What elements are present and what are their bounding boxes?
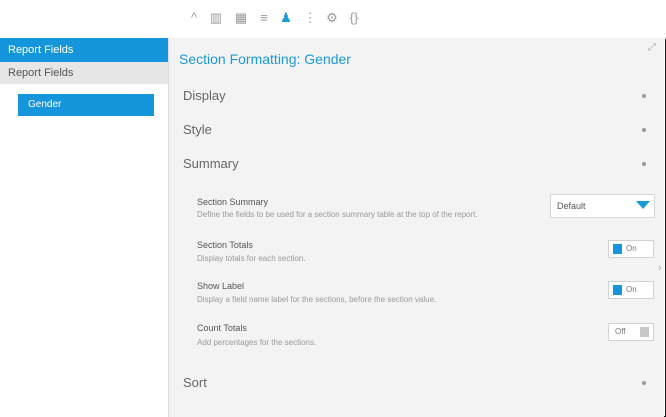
dots-icon[interactable]: ⋮ [302,10,318,26]
option-title-count-totals: Count Totals [197,323,247,333]
toggle-label: On [626,244,637,253]
toggle-knob [640,327,649,337]
option-title-section-totals: Section Totals [197,240,253,250]
toggle-knob [613,285,622,295]
collapse-dot-icon[interactable] [642,162,646,166]
sidebar: Report Fields Report Fields Gender [0,38,169,417]
count-totals-toggle[interactable]: Off [608,323,654,341]
collapse-dot-icon[interactable] [642,128,646,132]
toolbar: ^ ▥ ▦ ≡ ♟ ⋮ ⚙ {} [0,0,666,39]
section-display[interactable]: Display [183,88,226,103]
option-title-section-summary: Section Summary [197,197,269,207]
code-icon[interactable]: {} [346,10,362,26]
option-desc-section-totals: Display totals for each section. [197,254,306,263]
option-desc-count-totals: Add percentages for the sections. [197,338,317,347]
settings-icon[interactable]: ⚙ [324,10,340,26]
page-title: Section Formatting: Gender [179,51,351,67]
expand-icon[interactable]: ⤢ [648,42,656,53]
toggle-label: Off [615,327,626,336]
sidebar-item-gender[interactable]: Gender [18,94,154,116]
toolbar-left-blank [0,0,170,38]
section-totals-toggle[interactable]: On [608,240,654,258]
section-summary-select[interactable]: Default [550,194,655,218]
collapse-dot-icon[interactable] [642,94,646,98]
section-style[interactable]: Style [183,122,212,137]
grid-icon[interactable]: ▦ [233,10,249,26]
toggle-knob [613,244,622,254]
section-formatting-panel: ⤢ Section Formatting: Gender Display Sty… [169,38,664,417]
person-icon[interactable]: ♟ [278,10,294,26]
option-desc-show-label: Display a field name label for the secti… [197,295,437,304]
sidebar-subheader[interactable]: Report Fields [0,62,168,84]
columns-icon[interactable]: ▥ [208,10,224,26]
option-desc-section-summary: Define the fields to be used for a secti… [197,210,478,219]
section-summary[interactable]: Summary [183,156,239,171]
chevron-up-icon[interactable]: ^ [186,10,202,26]
collapse-dot-icon[interactable] [642,381,646,385]
section-summary-value: Default [557,201,586,211]
lines-icon[interactable]: ≡ [256,10,272,26]
show-label-toggle[interactable]: On [608,281,654,299]
section-sort[interactable]: Sort [183,375,207,390]
chevron-down-icon[interactable] [636,201,650,209]
chevron-right-icon[interactable]: › [658,262,662,274]
toggle-label: On [626,285,637,294]
sidebar-header[interactable]: Report Fields [0,38,168,62]
option-title-show-label: Show Label [197,281,245,291]
